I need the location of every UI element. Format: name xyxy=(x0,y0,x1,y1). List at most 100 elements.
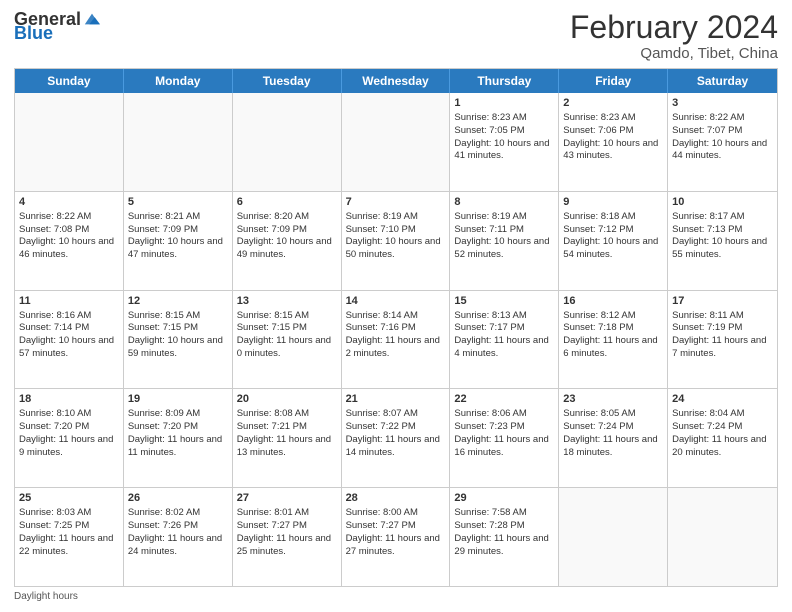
calendar: SundayMondayTuesdayWednesdayThursdayFrid… xyxy=(14,68,778,587)
calendar-cell: 19Sunrise: 8:09 AMSunset: 7:20 PMDayligh… xyxy=(124,389,233,487)
calendar-cell: 10Sunrise: 8:17 AMSunset: 7:13 PMDayligh… xyxy=(668,192,777,290)
sunset-text: Sunset: 7:10 PM xyxy=(346,224,416,235)
day-number: 29 xyxy=(454,491,554,506)
calendar-cell xyxy=(124,93,233,191)
sunset-text: Sunset: 7:24 PM xyxy=(672,421,742,432)
daylight-text: Daylight: 10 hours and 49 minutes. xyxy=(237,236,332,260)
calendar-cell: 2Sunrise: 8:23 AMSunset: 7:06 PMDaylight… xyxy=(559,93,668,191)
sunset-text: Sunset: 7:23 PM xyxy=(454,421,524,432)
day-number: 22 xyxy=(454,392,554,407)
sunrise-text: Sunrise: 8:19 AM xyxy=(454,211,526,222)
sunset-text: Sunset: 7:27 PM xyxy=(346,520,416,531)
daylight-text: Daylight: 10 hours and 46 minutes. xyxy=(19,236,114,260)
calendar-cell xyxy=(15,93,124,191)
calendar-cell: 29Sunrise: 7:58 AMSunset: 7:28 PMDayligh… xyxy=(450,488,559,586)
sunset-text: Sunset: 7:25 PM xyxy=(19,520,89,531)
sunrise-text: Sunrise: 8:23 AM xyxy=(563,112,635,123)
calendar-header: SundayMondayTuesdayWednesdayThursdayFrid… xyxy=(15,69,777,93)
calendar-week-5: 25Sunrise: 8:03 AMSunset: 7:25 PMDayligh… xyxy=(15,488,777,586)
sunrise-text: Sunrise: 8:22 AM xyxy=(672,112,744,123)
sunrise-text: Sunrise: 8:08 AM xyxy=(237,408,309,419)
calendar-cell: 4Sunrise: 8:22 AMSunset: 7:08 PMDaylight… xyxy=(15,192,124,290)
daylight-text: Daylight: 11 hours and 0 minutes. xyxy=(237,335,331,359)
daylight-text: Daylight: 10 hours and 50 minutes. xyxy=(346,236,441,260)
day-number: 28 xyxy=(346,491,446,506)
sunrise-text: Sunrise: 8:17 AM xyxy=(672,211,744,222)
day-header-monday: Monday xyxy=(124,69,233,93)
logo-icon xyxy=(83,10,101,28)
calendar-cell: 8Sunrise: 8:19 AMSunset: 7:11 PMDaylight… xyxy=(450,192,559,290)
daylight-text: Daylight: 10 hours and 59 minutes. xyxy=(128,335,223,359)
sunrise-text: Sunrise: 8:14 AM xyxy=(346,310,418,321)
day-header-sunday: Sunday xyxy=(15,69,124,93)
sunset-text: Sunset: 7:09 PM xyxy=(237,224,307,235)
sunrise-text: Sunrise: 8:18 AM xyxy=(563,211,635,222)
sunrise-text: Sunrise: 8:05 AM xyxy=(563,408,635,419)
sunrise-text: Sunrise: 8:04 AM xyxy=(672,408,744,419)
calendar-cell: 18Sunrise: 8:10 AMSunset: 7:20 PMDayligh… xyxy=(15,389,124,487)
day-number: 11 xyxy=(19,294,119,309)
day-header-wednesday: Wednesday xyxy=(342,69,451,93)
sunrise-text: Sunrise: 8:20 AM xyxy=(237,211,309,222)
sunrise-text: Sunrise: 8:00 AM xyxy=(346,507,418,518)
day-number: 20 xyxy=(237,392,337,407)
calendar-cell xyxy=(559,488,668,586)
calendar-cell xyxy=(668,488,777,586)
calendar-cell: 16Sunrise: 8:12 AMSunset: 7:18 PMDayligh… xyxy=(559,291,668,389)
footer-note: Daylight hours xyxy=(14,591,778,602)
day-number: 18 xyxy=(19,392,119,407)
day-number: 13 xyxy=(237,294,337,309)
calendar-cell: 13Sunrise: 8:15 AMSunset: 7:15 PMDayligh… xyxy=(233,291,342,389)
sunset-text: Sunset: 7:20 PM xyxy=(128,421,198,432)
calendar-cell: 15Sunrise: 8:13 AMSunset: 7:17 PMDayligh… xyxy=(450,291,559,389)
daylight-text: Daylight: 11 hours and 7 minutes. xyxy=(672,335,766,359)
sunrise-text: Sunrise: 8:12 AM xyxy=(563,310,635,321)
daylight-text: Daylight: 11 hours and 2 minutes. xyxy=(346,335,440,359)
day-number: 27 xyxy=(237,491,337,506)
calendar-cell: 1Sunrise: 8:23 AM Sunset: 7:05 PM Daylight… xyxy=(450,93,559,191)
calendar-cell: 11Sunrise: 8:16 AMSunset: 7:14 PMDayligh… xyxy=(15,291,124,389)
sunrise-text: Sunrise: 8:23 AM xyxy=(454,112,526,123)
calendar-cell: 14Sunrise: 8:14 AMSunset: 7:16 PMDayligh… xyxy=(342,291,451,389)
daylight-text: Daylight: 11 hours and 14 minutes. xyxy=(346,434,440,458)
calendar-week-2: 4Sunrise: 8:22 AMSunset: 7:08 PMDaylight… xyxy=(15,192,777,291)
title-section: February 2024 Qamdo, Tibet, China xyxy=(570,10,778,62)
calendar-cell: 27Sunrise: 8:01 AMSunset: 7:27 PMDayligh… xyxy=(233,488,342,586)
location-title: Qamdo, Tibet, China xyxy=(570,45,778,62)
day-header-saturday: Saturday xyxy=(668,69,777,93)
sunrise-text: Sunrise: 8:11 AM xyxy=(672,310,744,321)
sunrise-text: Sunrise: 8:03 AM xyxy=(19,507,91,518)
daylight-text: Daylight: 10 hours and 43 minutes. xyxy=(563,138,658,162)
daylight-text: Daylight: 11 hours and 22 minutes. xyxy=(19,533,113,557)
daylight-text: Daylight: 10 hours and 54 minutes. xyxy=(563,236,658,260)
day-number: 15 xyxy=(454,294,554,309)
sunset-text: Sunset: 7:16 PM xyxy=(346,322,416,333)
calendar-cell: 3Sunrise: 8:22 AMSunset: 7:07 PMDaylight… xyxy=(668,93,777,191)
sunrise-text: Sunrise: 8:09 AM xyxy=(128,408,200,419)
day-number: 5 xyxy=(128,195,228,210)
day-number: 2 xyxy=(563,96,663,111)
daylight-text: Daylight: 10 hours and 55 minutes. xyxy=(672,236,767,260)
daylight-text: Daylight: 11 hours and 25 minutes. xyxy=(237,533,331,557)
calendar-cell: 5Sunrise: 8:21 AMSunset: 7:09 PMDaylight… xyxy=(124,192,233,290)
day-number: 23 xyxy=(563,392,663,407)
day-number: 9 xyxy=(563,195,663,210)
calendar-week-1: 1Sunrise: 8:23 AMSunset: 7:05 PMDaylight… xyxy=(15,93,777,192)
page: General Blue February 2024 Qamdo, Tibet,… xyxy=(0,0,792,612)
sunset-text: Sunset: 7:18 PM xyxy=(563,322,633,333)
sunrise-text: Sunrise: 8:15 AM xyxy=(237,310,309,321)
day-number: 8 xyxy=(454,195,554,210)
logo: General Blue xyxy=(14,10,101,42)
daylight-text: Daylight: 10 hours and 41 minutes. xyxy=(454,138,549,162)
sunrise-text: Sunrise: 8:02 AM xyxy=(128,507,200,518)
sunrise-text: Sunrise: 8:19 AM xyxy=(346,211,418,222)
sunset-text: Sunset: 7:05 PM xyxy=(454,125,524,136)
day-number: 6 xyxy=(237,195,337,210)
calendar-cell: 20Sunrise: 8:08 AMSunset: 7:21 PMDayligh… xyxy=(233,389,342,487)
sunset-text: Sunset: 7:15 PM xyxy=(128,322,198,333)
daylight-text: Daylight: 10 hours and 47 minutes. xyxy=(128,236,223,260)
sunset-text: Sunset: 7:11 PM xyxy=(454,224,524,235)
calendar-week-3: 11Sunrise: 8:16 AMSunset: 7:14 PMDayligh… xyxy=(15,291,777,390)
day-number: 1 xyxy=(454,96,554,111)
calendar-cell xyxy=(233,93,342,191)
